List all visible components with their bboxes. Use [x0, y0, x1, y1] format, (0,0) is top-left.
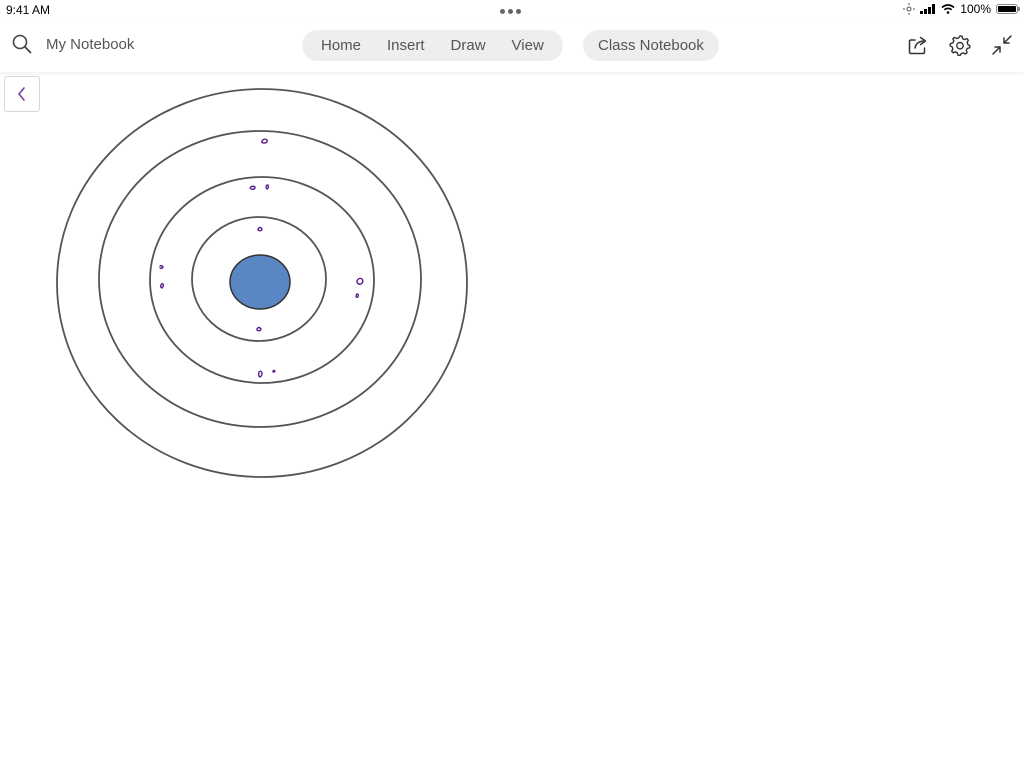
- ink-mark: [256, 326, 262, 332]
- brightness-icon: [903, 3, 916, 15]
- notebook-name[interactable]: My Notebook: [46, 36, 134, 53]
- ink-mark: [257, 370, 263, 378]
- collapse-icon[interactable]: [990, 33, 1014, 57]
- status-indicators: 100%: [903, 2, 1020, 16]
- ink-mark: [257, 226, 263, 232]
- search-icon[interactable]: [12, 34, 32, 54]
- ink-mark: [261, 138, 268, 144]
- ink-mark: [356, 277, 364, 285]
- ink-mark: [265, 184, 270, 190]
- toolbar-actions: [906, 33, 1014, 57]
- toolbar: My Notebook Home Insert Draw View Class …: [0, 20, 1024, 72]
- multitasking-dots-icon[interactable]: [500, 9, 521, 14]
- ink-mark: [272, 369, 276, 373]
- ink-mark: [159, 264, 164, 270]
- tab-view[interactable]: View: [502, 37, 554, 54]
- battery-icon: [996, 4, 1020, 14]
- ribbon-tabs: Home Insert Draw View: [302, 30, 563, 61]
- ink-mark: [355, 293, 360, 299]
- tab-home[interactable]: Home: [311, 37, 371, 54]
- ink-mark: [249, 185, 256, 190]
- signal-icon: [920, 4, 936, 14]
- tab-class-notebook[interactable]: Class Notebook: [583, 30, 719, 61]
- tab-draw[interactable]: Draw: [441, 37, 496, 54]
- status-bar: 9:41 AM 100%: [0, 0, 1024, 20]
- status-time: 9:41 AM: [6, 3, 51, 17]
- tab-insert[interactable]: Insert: [377, 37, 435, 54]
- nucleus: [229, 254, 291, 310]
- wifi-icon: [941, 4, 955, 14]
- ink-mark: [159, 282, 165, 289]
- share-icon[interactable]: [906, 33, 930, 57]
- battery-percent: 100%: [960, 2, 991, 16]
- note-canvas[interactable]: [0, 72, 1024, 768]
- settings-icon[interactable]: [948, 33, 972, 57]
- concentric-rings-diagram: [56, 88, 468, 478]
- search-area[interactable]: My Notebook: [12, 34, 134, 54]
